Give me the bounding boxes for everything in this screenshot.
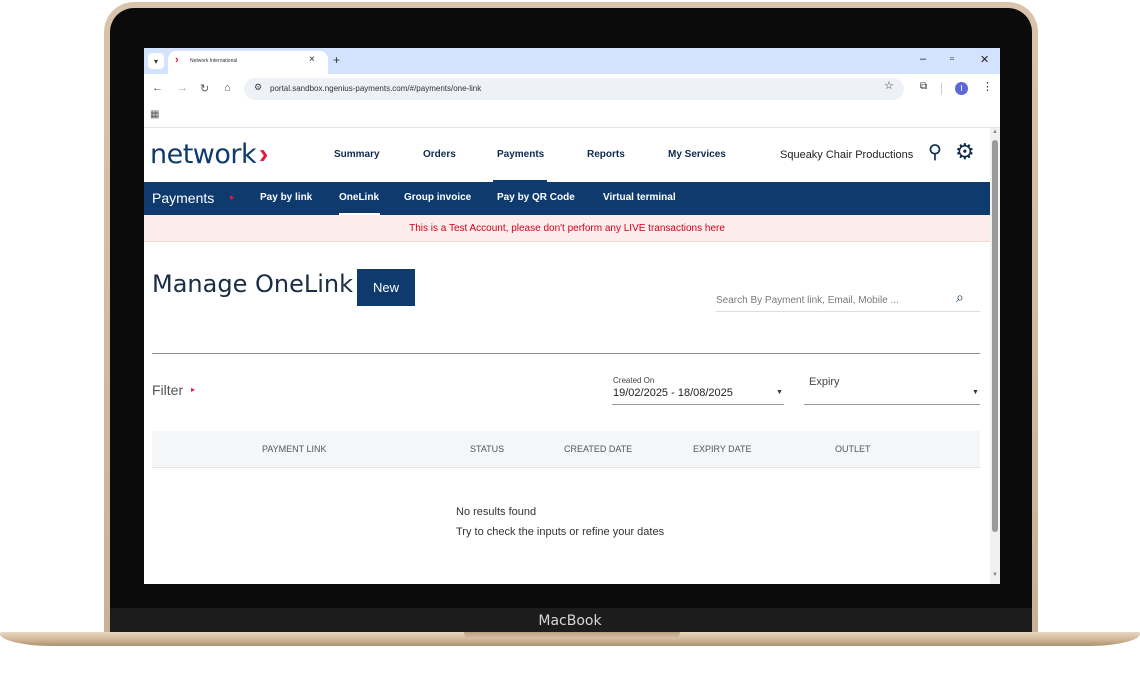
column-outlet[interactable]: OUTLET <box>835 444 871 454</box>
apps-grid-icon[interactable]: ▦ <box>150 109 159 120</box>
browser-toolbar: ← → ↻ ⌂ ⚙ portal.sandbox.ngenius-payment… <box>144 74 1000 104</box>
column-status[interactable]: STATUS <box>470 444 504 454</box>
bookmark-star-icon[interactable]: ☆ <box>884 79 894 92</box>
browser-window: ▾ › Network International × + – ▫ ✕ ← → … <box>144 48 1000 584</box>
toolbar-divider <box>941 83 942 95</box>
network-favicon-icon: › <box>175 54 179 66</box>
tab-close-icon[interactable]: × <box>309 54 315 65</box>
web-page: network › Summary Orders Payments Report… <box>144 128 990 584</box>
expiry-select[interactable]: Expiry ▼ <box>804 374 980 405</box>
back-icon[interactable]: ← <box>152 82 163 94</box>
close-window-icon[interactable]: ✕ <box>980 53 989 66</box>
logo-chevron-icon: › <box>259 138 269 169</box>
tab-title: Network International <box>190 58 238 64</box>
search-icon[interactable]: ⌕ <box>956 289 964 306</box>
site-info-icon[interactable]: ⚙ <box>254 82 262 93</box>
scroll-up-arrow-icon[interactable]: ▲ <box>992 129 998 135</box>
subnav-pay-by-link[interactable]: Pay by link <box>260 192 312 203</box>
empty-state-hint: Try to check the inputs or refine your d… <box>456 526 665 538</box>
network-logo[interactable]: network <box>150 139 257 170</box>
expiry-dropdown-caret-icon[interactable]: ▼ <box>972 389 979 396</box>
restore-icon[interactable]: ▫ <box>950 53 954 65</box>
filter-arrow-icon[interactable]: ▸ <box>191 385 195 394</box>
extensions-icon[interactable]: ⧉ <box>920 81 927 92</box>
page-title: Manage OneLink <box>152 270 353 298</box>
forward-icon[interactable]: → <box>177 82 188 94</box>
bookmarks-bar: ▦ <box>144 104 1000 128</box>
browser-menu-icon[interactable]: ⋮ <box>982 80 993 93</box>
tab-search-chevron-icon[interactable]: ▾ <box>148 53 164 69</box>
nav-reports[interactable]: Reports <box>587 149 625 160</box>
browser-tab[interactable]: › Network International × <box>168 51 328 74</box>
subnav-virtual-terminal[interactable]: Virtual terminal <box>603 192 676 203</box>
nav-my-services[interactable]: My Services <box>668 149 726 160</box>
created-on-caption: Created On <box>613 376 655 385</box>
laptop-base-notch <box>464 632 680 639</box>
date-dropdown-caret-icon[interactable]: ▼ <box>776 389 783 396</box>
search-field: ⌕ <box>716 288 980 312</box>
new-tab-button[interactable]: + <box>333 53 340 67</box>
expiry-label: Expiry <box>809 376 840 388</box>
filter-toggle[interactable]: Filter <box>152 382 183 398</box>
page-scrollbar[interactable]: ▲ ▼ <box>990 128 1000 584</box>
nav-summary[interactable]: Summary <box>334 149 380 160</box>
column-payment-link[interactable]: PAYMENT LINK <box>262 444 327 454</box>
reload-icon[interactable]: ↻ <box>200 82 209 95</box>
merchant-name[interactable]: Squeaky Chair Productions <box>780 149 913 161</box>
empty-state-title: No results found <box>456 506 537 518</box>
results-table-header: PAYMENT LINK STATUS CREATED DATE EXPIRY … <box>152 431 980 468</box>
column-created-date[interactable]: CREATED DATE <box>564 444 632 454</box>
address-bar[interactable]: ⚙ portal.sandbox.ngenius-payments.com/#/… <box>244 78 904 100</box>
subnav-onelink[interactable]: OneLink <box>339 192 379 203</box>
section-divider <box>152 353 980 354</box>
scroll-down-arrow-icon[interactable]: ▼ <box>992 572 998 578</box>
test-account-banner: This is a Test Account, please don't per… <box>144 215 990 242</box>
created-on-date-range[interactable]: Created On 19/02/2025 - 18/08/2025 ▼ <box>612 374 784 405</box>
new-onelink-button[interactable]: New <box>357 269 415 306</box>
nav-orders[interactable]: Orders <box>423 149 456 160</box>
created-on-value[interactable]: 19/02/2025 - 18/08/2025 <box>613 387 733 399</box>
device-label: MacBook <box>538 613 602 629</box>
settings-gear-icon[interactable]: ⚙ <box>955 139 975 165</box>
subnav-arrow-icon: ▸ <box>230 192 235 202</box>
search-input[interactable] <box>716 292 936 308</box>
home-icon[interactable]: ⌂ <box>224 82 231 94</box>
subnav-group-invoice[interactable]: Group invoice <box>404 192 471 203</box>
subnav-pay-by-qr-code[interactable]: Pay by QR Code <box>497 192 575 203</box>
scroll-thumb[interactable] <box>992 140 998 532</box>
subnav-section-title: Payments <box>152 190 215 206</box>
minimize-icon[interactable]: – <box>920 53 926 65</box>
payments-subnav: Payments ▸ Pay by link OneLink Group inv… <box>144 182 990 215</box>
profile-avatar[interactable]: I <box>955 82 968 95</box>
column-expiry-date[interactable]: EXPIRY DATE <box>693 444 752 454</box>
tab-strip: ▾ › Network International × + – ▫ ✕ <box>144 48 1000 74</box>
nav-payments[interactable]: Payments <box>497 149 544 160</box>
url-text[interactable]: portal.sandbox.ngenius-payments.com/#/pa… <box>270 84 481 93</box>
organization-icon[interactable]: ⚲ <box>928 141 942 164</box>
